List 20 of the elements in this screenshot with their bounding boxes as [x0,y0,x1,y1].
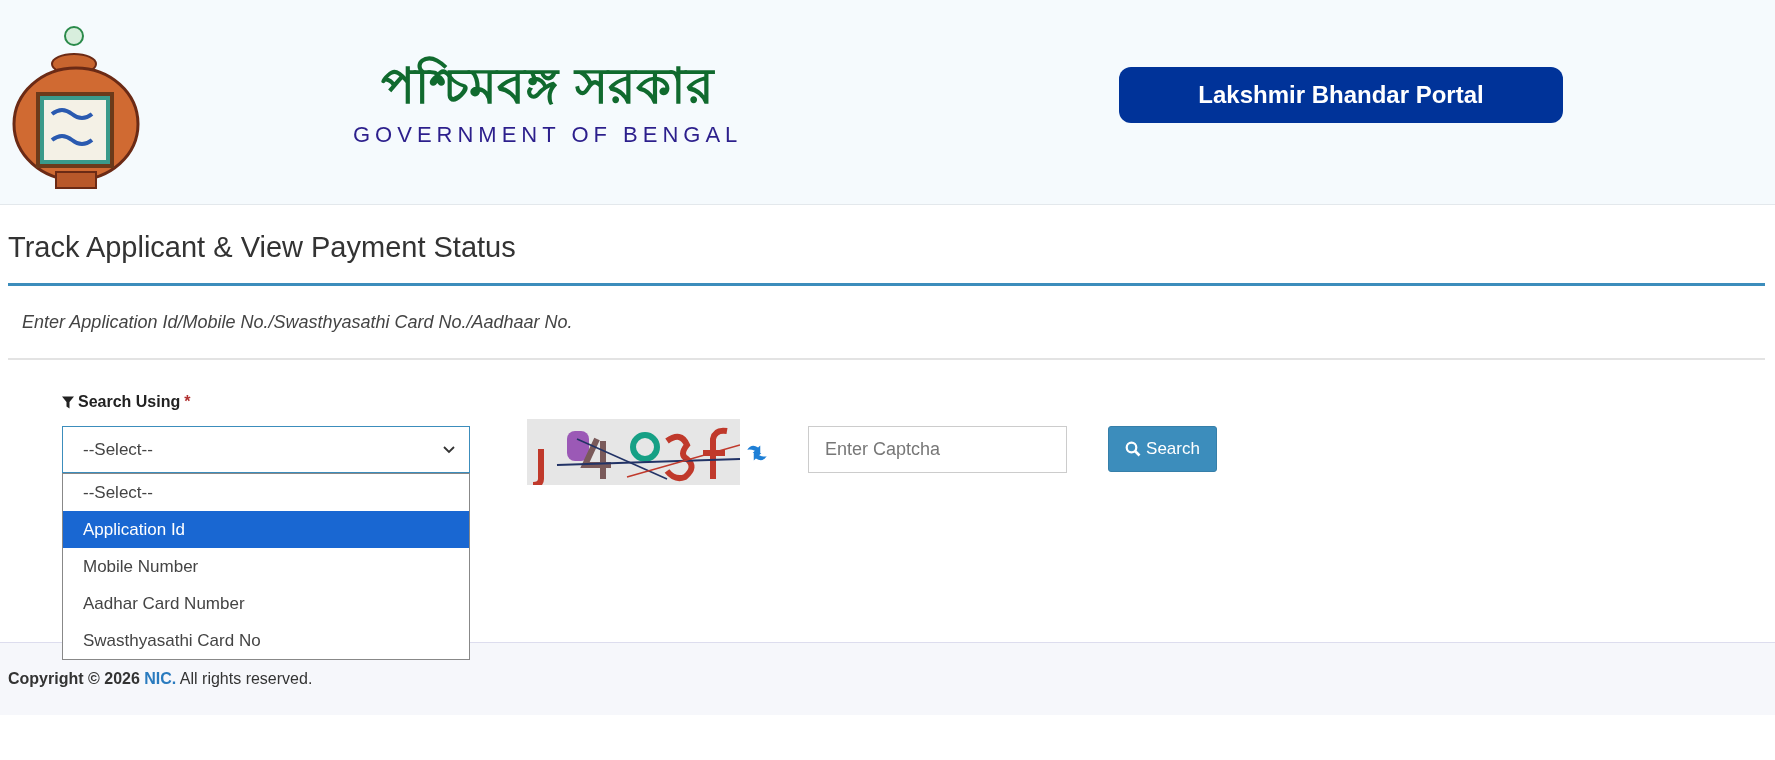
government-subtitle: GOVERNMENT OF BENGAL [353,122,743,148]
page-title: Track Applicant & View Payment Status [7,230,517,265]
copyright-text: Copyright © 2026 NIC. All rights reserved. [8,670,313,688]
dropdown-option[interactable]: Application Id [63,511,469,548]
bengali-title: পশ্চিমবঙ্গ সরকার [380,56,715,116]
portal-button[interactable]: Lakshmir Bhandar Portal [1119,67,1563,123]
required-mark: * [184,393,191,411]
search-using-label: Search Using [78,393,181,411]
dropdown-option[interactable]: Swasthyasathi Card No [63,622,469,659]
search-icon [1125,441,1142,457]
instruction-text: Enter Application Id/Mobile No./Swasthyasathi Card No./Aadhaar No. [22,311,573,333]
chevron-icon [443,445,455,454]
captcha-input[interactable]: Enter Captcha [808,426,1067,473]
dropdown-option[interactable]: Aadhar Card Number [63,585,469,622]
nic-link[interactable]: NIC. [144,670,177,687]
search-button[interactable]: Search [1108,426,1217,472]
search-type-select[interactable]: --Select-- [62,426,470,473]
dropdown-option[interactable]: Mobile Number [63,548,469,585]
dropdown-option[interactable]: --Select-- [63,474,469,511]
filter-icon [62,395,74,409]
